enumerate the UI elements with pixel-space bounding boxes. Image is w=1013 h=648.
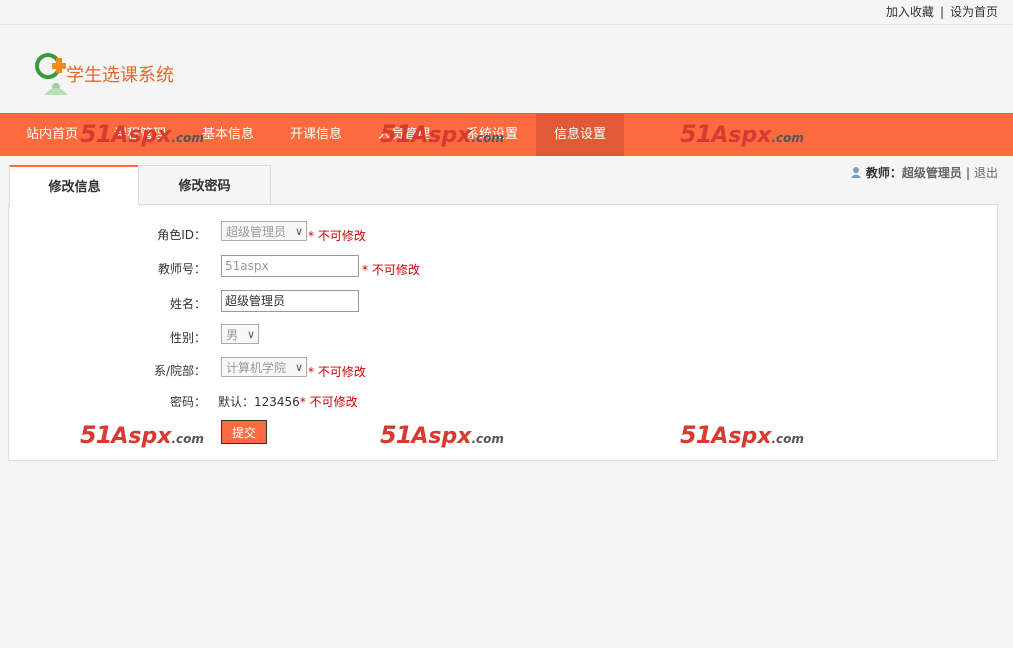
user-separator: | bbox=[965, 166, 970, 180]
role-id-label: 角色ID： bbox=[157, 228, 206, 242]
header: 学生选课系统 bbox=[0, 25, 1013, 113]
nav-item-course-management[interactable]: 课程管理 bbox=[96, 114, 184, 156]
nav-item-basic-info[interactable]: 基本信息 bbox=[184, 114, 272, 156]
role-id-select[interactable]: 超级管理员 ∨ bbox=[221, 221, 307, 241]
name-input[interactable]: 超级管理员 bbox=[221, 290, 359, 312]
add-favorite-link[interactable]: 加入收藏 bbox=[886, 5, 934, 19]
password-note: * 不可修改 bbox=[299, 395, 358, 409]
department-label: 系/院部： bbox=[153, 364, 206, 378]
password-label: 密码： bbox=[169, 395, 206, 409]
top-links: 加入收藏 | 设为首页 bbox=[886, 3, 998, 20]
user-role: 教师： bbox=[865, 166, 902, 180]
logout-link[interactable]: 退出 bbox=[974, 166, 998, 180]
user-icon bbox=[851, 167, 862, 178]
teacher-no-note: * 不可修改 bbox=[362, 263, 420, 277]
top-bar: 加入收藏 | 设为首页 bbox=[0, 0, 1013, 25]
department-note: * 不可修改 bbox=[308, 365, 366, 379]
logo-title: 学生选课系统 bbox=[66, 65, 174, 86]
gender-label: 性别： bbox=[169, 331, 206, 345]
set-homepage-link[interactable]: 设为首页 bbox=[950, 5, 998, 19]
user-info: 教师：超级管理员 | 退出 bbox=[850, 164, 998, 181]
tab-change-password[interactable]: 修改密码 bbox=[138, 165, 271, 204]
nav-item-course-opening[interactable]: 开课信息 bbox=[272, 114, 360, 156]
nav-item-home[interactable]: 站内首页 bbox=[8, 114, 96, 156]
password-default: 默认：123456* 不可修改 bbox=[218, 393, 358, 410]
department-value: 计算机学院 bbox=[226, 361, 287, 375]
role-id-note: * 不可修改 bbox=[308, 229, 366, 243]
gender-select[interactable]: 男 ∨ bbox=[221, 324, 259, 344]
submit-button[interactable]: 提交 bbox=[221, 420, 267, 444]
main-nav: 站内首页 课程管理 基本信息 开课信息 人员管理 系统设置 信息设置 bbox=[0, 113, 1013, 156]
user-name: 超级管理员 bbox=[901, 166, 962, 180]
tab-edit-info[interactable]: 修改信息 bbox=[9, 165, 140, 206]
teacher-no-input[interactable]: 51aspx bbox=[221, 255, 359, 277]
chevron-down-icon: ∨ bbox=[246, 328, 255, 341]
department-select[interactable]: 计算机学院 ∨ bbox=[221, 357, 307, 377]
chevron-down-icon: ∨ bbox=[294, 361, 303, 374]
teacher-no-label: 教师号： bbox=[157, 262, 206, 276]
nav-item-personnel[interactable]: 人员管理 bbox=[360, 114, 448, 156]
gender-value: 男 bbox=[226, 328, 239, 342]
nav-item-info-settings[interactable]: 信息设置 bbox=[536, 114, 624, 156]
nav-item-system-settings[interactable]: 系统设置 bbox=[448, 114, 536, 156]
top-links-separator: | bbox=[939, 5, 944, 19]
password-default-value: 默认：123456 bbox=[218, 395, 300, 409]
chevron-down-icon: ∨ bbox=[294, 225, 303, 238]
role-id-value: 超级管理员 bbox=[226, 225, 287, 239]
name-label: 姓名： bbox=[169, 297, 206, 311]
